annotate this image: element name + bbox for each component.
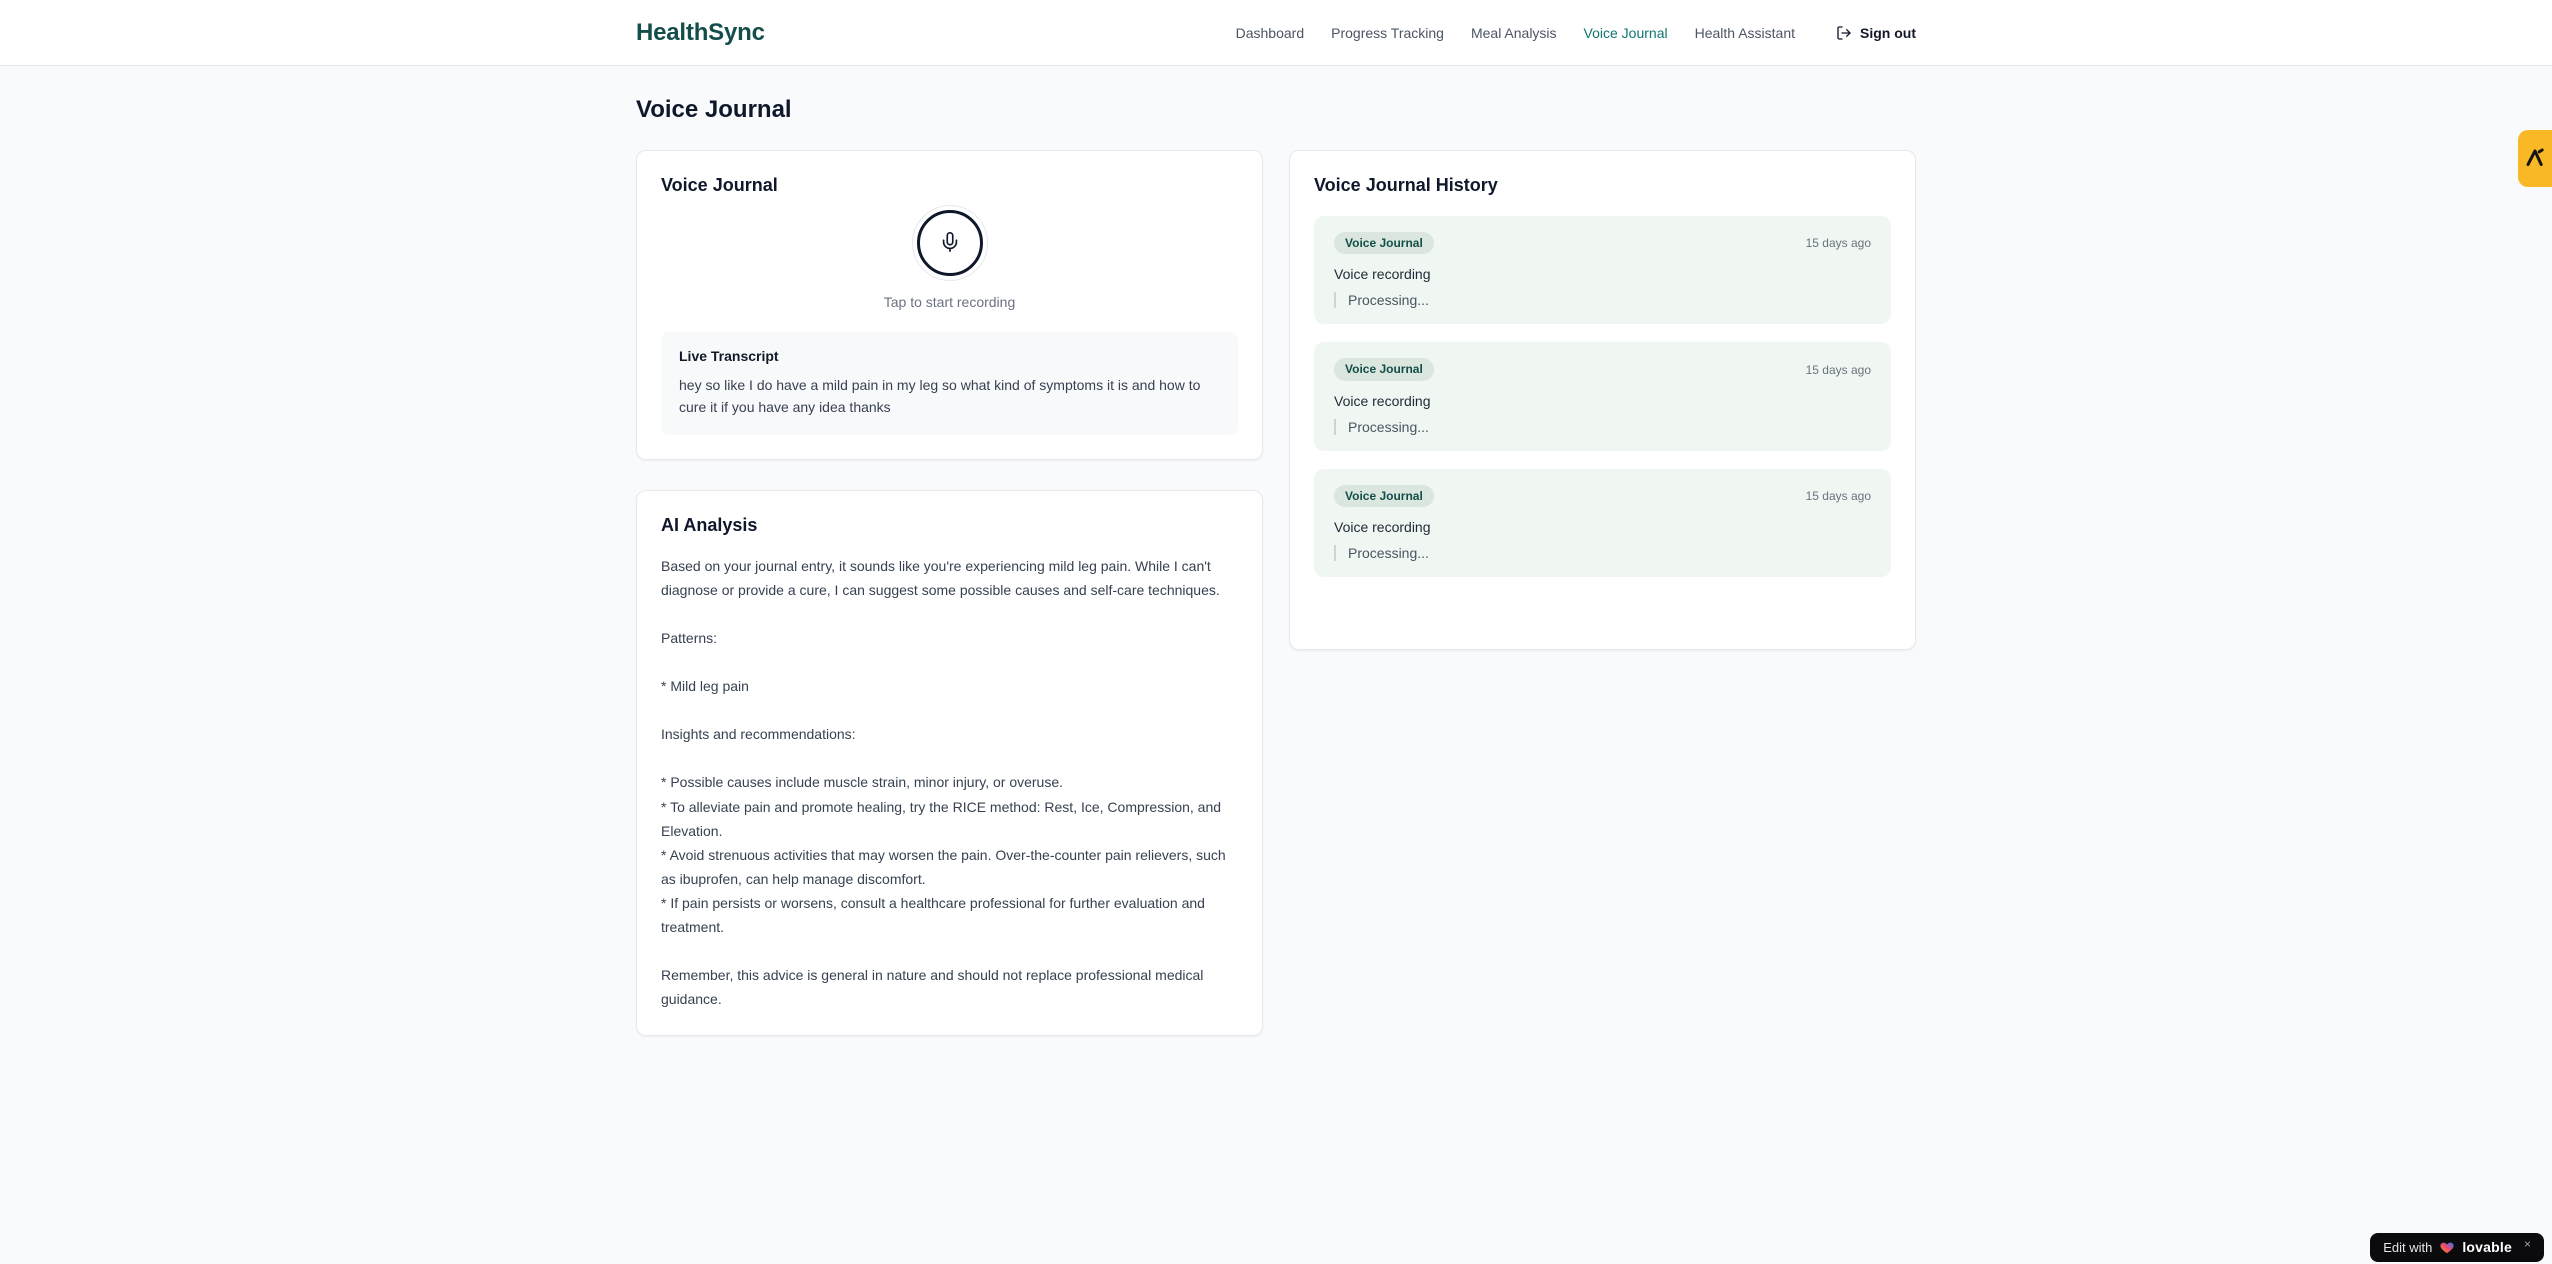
history-entry[interactable]: Voice Journal 15 days ago Voice recordin… (1314, 216, 1891, 325)
entry-status: Processing... (1334, 418, 1871, 435)
close-icon[interactable]: × (2524, 1238, 2531, 1250)
feedback-logo-icon (2523, 145, 2547, 172)
app-logo: HealthSync (636, 18, 765, 46)
ai-analysis-body: Based on your journal entry, it sounds l… (661, 557, 1226, 1008)
lovable-badge-prefix: Edit with (2383, 1239, 2433, 1255)
live-transcript-text: hey so like I do have a mild pain in my … (679, 377, 1201, 416)
sign-out-button[interactable]: Sign out (1836, 25, 1916, 41)
page-title: Voice Journal (636, 96, 792, 123)
ai-analysis-card: AI Analysis Based on your journal entry,… (636, 489, 1263, 1037)
page-content: Voice Journal Voice Journal Tap to start… (620, 66, 1932, 1037)
live-transcript-box: Live Transcript hey so like I do have a … (661, 332, 1238, 435)
nav-item-meal-analysis[interactable]: Meal Analysis (1471, 25, 1557, 41)
entry-type-badge: Voice Journal (1334, 358, 1434, 381)
heart-icon (2439, 1240, 2455, 1255)
record-button[interactable] (911, 205, 988, 281)
voice-journal-history-card: Voice Journal History Voice Journal 15 d… (1289, 150, 1916, 650)
edit-with-lovable-badge[interactable]: Edit with lovable × (2370, 1233, 2544, 1262)
nav-item-health-assistant[interactable]: Health Assistant (1695, 25, 1795, 41)
history-list: Voice Journal 15 days ago Voice recordin… (1314, 216, 1891, 578)
live-transcript-title: Live Transcript (679, 348, 779, 364)
nav-item-voice-journal[interactable]: Voice Journal (1584, 25, 1668, 41)
voice-recorder-card: Voice Journal Tap to start recording Liv… (636, 150, 1263, 460)
ai-analysis-title: AI Analysis (661, 514, 758, 535)
history-entry[interactable]: Voice Journal 15 days ago Voice recordin… (1314, 468, 1891, 578)
entry-status: Processing... (1334, 545, 1871, 562)
entry-label: Voice recording (1334, 392, 1431, 409)
history-entry[interactable]: Voice Journal 15 days ago Voice recordin… (1314, 342, 1891, 451)
nav-item-dashboard[interactable]: Dashboard (1236, 25, 1305, 41)
nav-item-progress-tracking[interactable]: Progress Tracking (1331, 25, 1444, 41)
entry-timestamp: 15 days ago (1805, 236, 1871, 251)
microphone-icon (939, 231, 961, 256)
entry-type-badge: Voice Journal (1334, 232, 1434, 255)
history-card-title: Voice Journal History (1314, 175, 1498, 195)
feedback-widget-tab[interactable] (2518, 130, 2552, 187)
sign-out-label: Sign out (1860, 24, 1916, 41)
recorder-card-title: Voice Journal (661, 175, 778, 195)
entry-type-badge: Voice Journal (1334, 484, 1434, 508)
entry-status: Processing... (1334, 292, 1871, 309)
entry-timestamp: 15 days ago (1805, 362, 1871, 377)
record-hint: Tap to start recording (883, 294, 1016, 310)
entry-timestamp: 15 days ago (1805, 488, 1871, 503)
entry-label: Voice recording (1334, 519, 1431, 536)
main-nav: Dashboard Progress Tracking Meal Analysi… (1236, 25, 1916, 41)
entry-label: Voice recording (1334, 266, 1431, 283)
logout-icon (1836, 25, 1852, 41)
navbar: HealthSync Dashboard Progress Tracking M… (0, 0, 2552, 66)
lovable-brand-label: lovable (2462, 1239, 2512, 1255)
